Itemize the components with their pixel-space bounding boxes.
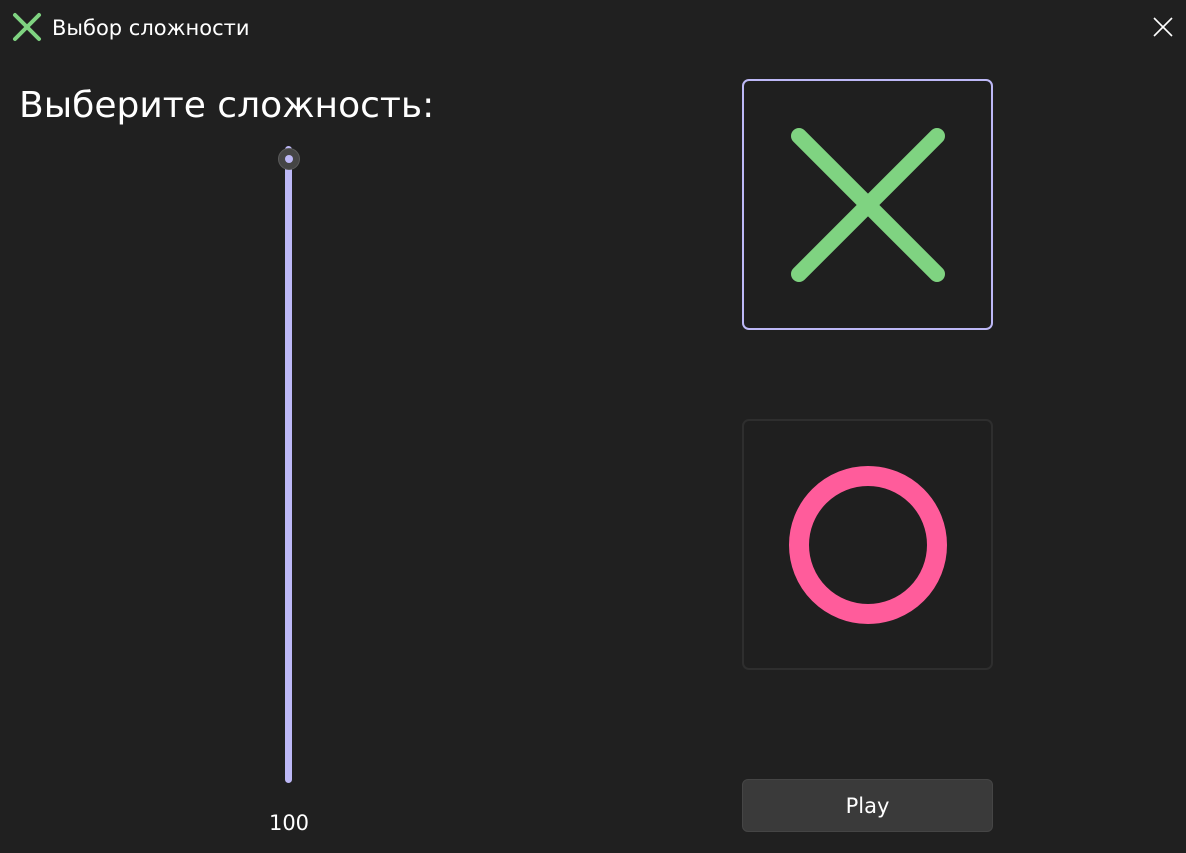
play-button[interactable]: Play [742, 779, 993, 832]
difficulty-slider[interactable] [272, 140, 306, 790]
x-mark-icon [13, 13, 41, 41]
circle-icon [788, 465, 947, 624]
slider-thumb[interactable] [278, 148, 300, 170]
x-mark-icon [790, 127, 945, 282]
title-bar: Выбор сложности [0, 0, 1186, 56]
choice-x-button[interactable] [742, 79, 993, 330]
choice-o-button[interactable] [742, 419, 993, 670]
slider-track [285, 146, 292, 783]
difficulty-value: 100 [268, 811, 310, 835]
page-title: Выберите сложность: [19, 85, 435, 126]
close-button[interactable] [1140, 0, 1186, 54]
difficulty-window: Выбор сложности Выберите сложность: 100 … [0, 0, 1186, 853]
close-icon [1153, 17, 1173, 37]
window-title: Выбор сложности [52, 16, 250, 40]
